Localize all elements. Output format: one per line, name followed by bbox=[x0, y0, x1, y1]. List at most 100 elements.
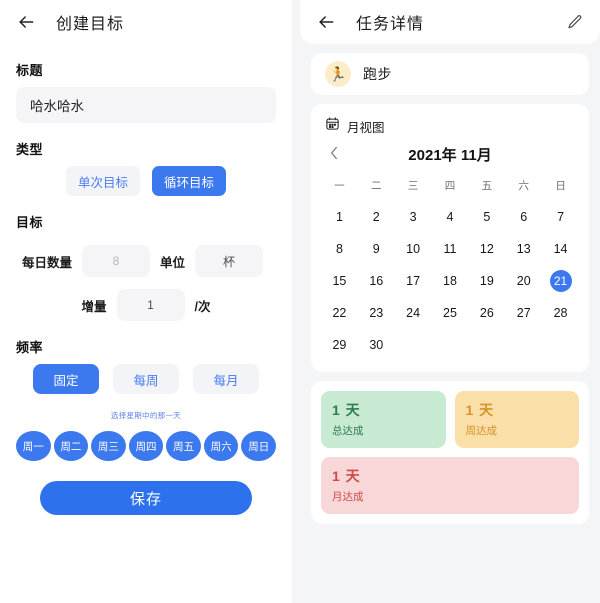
stat-week-value: 1 天 bbox=[465, 402, 495, 418]
weekday-pill-tue[interactable]: 周二 bbox=[53, 431, 89, 461]
frequency-option-weekly[interactable]: 每周 bbox=[113, 364, 179, 394]
weekday-header-sat: 六 bbox=[518, 180, 529, 192]
calendar-grid: 一 二 三 四 五 六 日 1 2 3 4 5 6 7 8 9 10 11 12 13 14 15 16 17 1… bbox=[321, 173, 579, 360]
calendar-day-30[interactable]: 30 bbox=[358, 330, 395, 360]
calendar-day-17[interactable]: 17 bbox=[395, 266, 432, 296]
stat-month: 1 天 月达成 bbox=[321, 457, 579, 514]
calendar-day-20[interactable]: 20 bbox=[505, 266, 542, 296]
left-appbar: 创建目标 bbox=[0, 0, 292, 44]
chevron-left-icon[interactable] bbox=[325, 146, 343, 163]
calendar-day-14[interactable]: 14 bbox=[542, 234, 579, 264]
calendar-day-11[interactable]: 11 bbox=[432, 234, 469, 264]
calendar-day-29[interactable]: 29 bbox=[321, 330, 358, 360]
type-field-label: 类型 bbox=[16, 142, 44, 157]
calendar-day-23[interactable]: 23 bbox=[358, 298, 395, 328]
calendar-day-6[interactable]: 6 bbox=[505, 202, 542, 232]
weekday-pill-wed[interactable]: 周三 bbox=[91, 431, 126, 461]
weekday-selector: 周一 周二 周三 周四 周五 周六 周日 bbox=[15, 431, 277, 461]
type-segmented-control: 单次目标 循环目标 bbox=[16, 166, 276, 196]
title-input[interactable]: 哈水哈水 bbox=[16, 87, 276, 123]
weekday-pill-mon[interactable]: 周一 bbox=[15, 431, 51, 461]
back-arrow-icon[interactable] bbox=[314, 10, 338, 34]
calendar-day-2[interactable]: 2 bbox=[358, 202, 395, 232]
calendar-day-8[interactable]: 8 bbox=[321, 234, 358, 264]
weekday-hint: 选择星期中的那一天 bbox=[110, 411, 182, 420]
create-goal-panel: 创建目标 标题 哈水哈水 类型 单次目标 循环目标 目标 每日数量 8 单位 杯… bbox=[0, 0, 292, 603]
stat-month-value: 1 天 bbox=[332, 468, 361, 484]
stat-total-label: 总达成 bbox=[332, 425, 364, 437]
title-field-label: 标题 bbox=[16, 63, 44, 78]
calendar-day-27[interactable]: 27 bbox=[505, 298, 542, 328]
type-option-recurring[interactable]: 循环目标 bbox=[152, 166, 227, 196]
stats-row-top: 1 天 总达成 1 天 周达成 bbox=[321, 391, 579, 448]
frequency-option-monthly[interactable]: 每月 bbox=[193, 364, 259, 394]
task-name: 跑步 bbox=[363, 66, 392, 82]
calendar-day-4[interactable]: 4 bbox=[432, 202, 469, 232]
goal-increment-row: 增量 1 /次 bbox=[16, 289, 276, 321]
calendar-day-26[interactable]: 26 bbox=[468, 298, 505, 328]
calendar-day-19[interactable]: 19 bbox=[468, 266, 505, 296]
calendar-day-25[interactable]: 25 bbox=[432, 298, 469, 328]
daily-amount-label: 每日数量 bbox=[22, 255, 73, 270]
increment-input[interactable]: 1 bbox=[116, 289, 185, 321]
unit-label: 单位 bbox=[160, 255, 186, 270]
weekday-header-sun: 日 bbox=[555, 180, 566, 192]
calendar-day-7[interactable]: 7 bbox=[542, 202, 579, 232]
stat-week-label: 周达成 bbox=[465, 425, 498, 437]
calendar-day-24[interactable]: 24 bbox=[395, 298, 432, 328]
calendar-day-3[interactable]: 3 bbox=[395, 202, 432, 232]
calendar-day-28[interactable]: 28 bbox=[542, 298, 579, 328]
page-title: 任务详情 bbox=[356, 16, 425, 33]
calendar-nav: 2021年 11月 bbox=[321, 140, 579, 165]
right-appbar: 任务详情 bbox=[300, 0, 600, 44]
weekday-pill-sat[interactable]: 周六 bbox=[203, 431, 239, 461]
goal-amount-row: 每日数量 8 单位 杯 bbox=[16, 245, 276, 277]
type-option-single[interactable]: 单次目标 bbox=[65, 166, 140, 196]
weekday-header-fri: 五 bbox=[481, 180, 493, 192]
month-view-label: 月视图 bbox=[347, 120, 385, 135]
running-person-icon: 🏃 bbox=[325, 61, 351, 87]
weekday-pill-fri[interactable]: 周五 bbox=[166, 431, 201, 461]
calendar-day-21[interactable]: 21 bbox=[542, 266, 579, 296]
unit-input[interactable]: 杯 bbox=[195, 245, 264, 277]
calendar-day-13[interactable]: 13 bbox=[505, 234, 542, 264]
weekday-header-mon: 一 bbox=[334, 180, 345, 192]
weekday-pill-thu[interactable]: 周四 bbox=[128, 431, 164, 461]
stat-total-value: 1 天 bbox=[332, 402, 361, 418]
stat-week: 1 天 周达成 bbox=[454, 391, 579, 448]
create-goal-form: 标题 哈水哈水 类型 单次目标 循环目标 目标 每日数量 8 单位 杯 增量 1… bbox=[0, 60, 292, 603]
calendar-icon bbox=[325, 116, 340, 136]
calendar-day-1[interactable]: 1 bbox=[321, 202, 358, 232]
app-screen: 创建目标 标题 哈水哈水 类型 单次目标 循环目标 目标 每日数量 8 单位 杯… bbox=[0, 0, 600, 603]
weekday-header-wed: 三 bbox=[407, 180, 419, 192]
month-view-card: 月视图 2021年 11月 一 二 三 四 五 六 日 12 34567 8910 … bbox=[311, 104, 589, 372]
increment-label: 增量 bbox=[81, 299, 107, 314]
calendar-month-title: 2021年 11月 bbox=[408, 147, 492, 164]
panel-divider bbox=[292, 0, 300, 603]
calendar-day-selected-marker: 21 bbox=[549, 270, 572, 292]
save-button[interactable]: 保存 bbox=[40, 481, 252, 515]
back-arrow-icon[interactable] bbox=[14, 10, 38, 34]
calendar-day-9[interactable]: 9 bbox=[358, 234, 395, 264]
stat-month-label: 月达成 bbox=[332, 491, 364, 503]
calendar-day-12[interactable]: 12 bbox=[468, 234, 505, 264]
calendar-day-10[interactable]: 10 bbox=[395, 234, 432, 264]
pencil-edit-icon[interactable] bbox=[564, 11, 586, 33]
calendar-day-16[interactable]: 16 bbox=[358, 266, 395, 296]
calendar-day-18[interactable]: 18 bbox=[432, 266, 469, 296]
calendar-day-22[interactable]: 22 bbox=[321, 298, 358, 328]
month-view-header: 月视图 bbox=[321, 114, 579, 140]
weekday-header-thu: 四 bbox=[444, 180, 456, 192]
calendar-day-5[interactable]: 5 bbox=[468, 202, 505, 232]
weekday-header-tue: 二 bbox=[371, 180, 382, 192]
frequency-segmented-control: 固定 每周 每月 bbox=[16, 364, 276, 394]
task-detail-panel: 任务详情 🏃 跑步 月视图 2021年 11月 一 二 三 四 五 六 日 1 … bbox=[300, 0, 600, 603]
frequency-field-label: 频率 bbox=[16, 340, 44, 355]
stats-card: 1 天 总达成 1 天 周达成 1 天 月达成 bbox=[311, 381, 589, 524]
frequency-option-fixed[interactable]: 固定 bbox=[33, 364, 99, 394]
daily-amount-input[interactable]: 8 bbox=[82, 245, 151, 277]
task-summary-card: 🏃 跑步 bbox=[311, 53, 589, 95]
weekday-pill-sun[interactable]: 周日 bbox=[241, 431, 277, 461]
goal-field-label: 目标 bbox=[16, 215, 44, 230]
calendar-day-15[interactable]: 15 bbox=[321, 266, 358, 296]
